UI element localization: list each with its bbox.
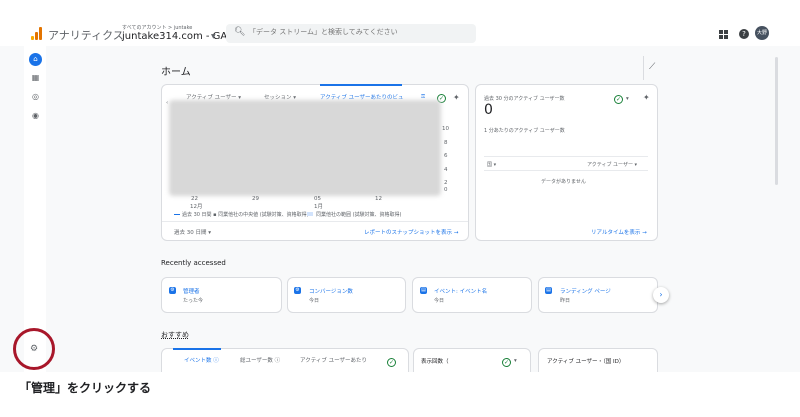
y-tick: 4 [444,167,448,173]
reports-icon[interactable]: ▦ [31,73,40,82]
caption: 「管理」をクリックする [19,381,152,395]
legend-swatch [307,212,313,216]
admin-icon: ⚙ [169,287,176,294]
apps-icon[interactable] [719,30,728,39]
avatar[interactable]: 大野 [755,26,769,40]
y-tick: 6 [444,153,448,159]
app-title: アナリティクス [48,29,124,42]
divider [162,221,468,222]
date-range-selector[interactable]: 過去 30 日間 ▾ [174,228,211,236]
chevron-down-icon[interactable]: ▾ [626,96,629,102]
empty-state: データがありません [541,179,586,185]
recent-item-time: 今日 [434,298,445,304]
conversion-icon: ⚙ [294,287,301,294]
country-column[interactable]: 国 ▾ [487,161,496,168]
sparkle-icon[interactable]: ✦ [643,93,650,102]
check-icon[interactable]: ✓ [502,358,511,367]
x-tick-month: 1月 [314,204,323,210]
recent-item-title: ランディング ページ [560,289,611,295]
chevron-right-icon[interactable]: › [653,287,669,303]
admin-gear-icon[interactable]: ⚙ [30,344,38,354]
search-input[interactable] [249,28,469,36]
help-icon[interactable]: ? [739,29,749,39]
scrollbar[interactable] [775,57,778,185]
y-tick: 8 [444,140,448,146]
insights-icon[interactable]: ⟋ [649,62,655,72]
tab-event-count[interactable]: イベント数 ⓘ [184,356,219,364]
top-bar: アナリティクス すべてのアカウント > juntake juntake314.c… [0,0,800,46]
legend-label: 過去 30 日間 ▪ 同業他社の中央値 (試験対策、資格取得) [182,212,309,218]
screenshot: アナリティクス すべてのアカウント > juntake juntake314.c… [0,0,800,372]
report-icon: ▤ [420,287,427,294]
active-tab-indicator [173,348,221,350]
y-tick: 0 [444,187,448,193]
analytics-logo-icon[interactable] [31,26,43,40]
divider [643,56,644,80]
chevron-down-icon[interactable]: ▼ [211,33,216,40]
check-icon[interactable]: ✓ [614,95,623,104]
realtime-subtitle: 1 分あたりのアクティブ ユーザー数 [484,128,565,134]
recent-item[interactable] [412,277,532,313]
report-icon: ▤ [545,287,552,294]
x-tick: 29 [252,196,259,202]
snapshot-link[interactable]: レポートのスナップショットを表示 → [364,228,458,236]
recent-item-title: 管理者 [183,289,200,295]
recent-item[interactable] [287,277,406,313]
recommended-heading: おすすめ [161,331,189,339]
recent-item[interactable] [161,277,282,313]
home-icon[interactable]: ⌂ [29,53,42,66]
x-tick: 12 [375,196,382,202]
sparkle-icon[interactable]: ✦ [453,93,460,102]
active-tab-indicator [320,84,402,86]
realtime-title: 過去 30 分のアクティブ ユーザー数 [484,96,565,102]
users-column[interactable]: アクティブ ユーザー ▾ [587,161,637,168]
realtime-link[interactable]: リアルタイムを表示 → [591,228,647,236]
recent-item-time: 昨日 [560,298,571,304]
recent-item-time: 今日 [309,298,320,304]
legend-label: 同業他社の範囲 (試験対策、資格取得) [316,212,402,218]
card-title: 表示回数（ [421,359,449,365]
page-title: ホーム [161,67,191,78]
y-tick: 2 [444,180,448,186]
advertising-icon[interactable]: ◉ [31,111,40,120]
x-tick-month: 12月 [190,204,203,210]
recent-item[interactable] [538,277,658,313]
chart-blurred [169,100,441,196]
check-icon[interactable]: ✓ [387,358,396,367]
explore-icon[interactable]: ◎ [31,92,40,101]
divider [484,170,648,171]
recent-heading: Recently accessed [161,259,226,267]
y-tick: 10 [442,126,449,132]
chevron-down-icon[interactable]: ▾ [514,358,517,364]
chevron-left-icon[interactable]: ‹ [166,100,168,106]
account-path[interactable]: すべてのアカウント > juntake [122,24,192,31]
legend-line [174,214,180,215]
recent-item-title: コンバージョン数 [309,289,353,295]
search-icon: 🔍︎ [234,27,246,37]
property-selector[interactable]: juntake314.com - GA4 [122,31,234,42]
card-title: アクティブ ユーザー・（国 ID） [547,359,625,365]
tab-active-users[interactable]: アクティブ ユーザーあたり [300,356,367,364]
divider [484,156,648,157]
recent-item-time: たった今 [183,298,204,304]
realtime-value: 0 [484,102,493,118]
tab-total-users[interactable]: 総ユーザー数 ⓘ [240,356,280,364]
recent-item-title: イベント: イベント名 [434,289,488,295]
